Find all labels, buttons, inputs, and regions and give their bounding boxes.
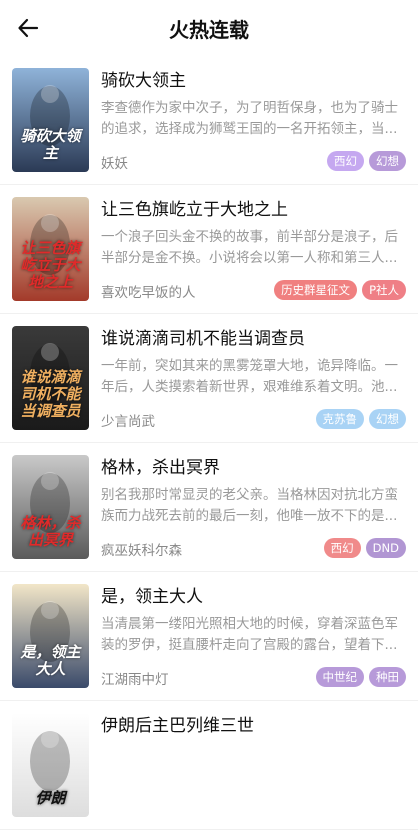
book-item[interactable]: 骑砍大领主 骑砍大领主 李查德作为家中次子，为了明哲保身，也为了骑士的追求，选择成为…	[0, 56, 418, 185]
genre-tag[interactable]: 历史群星征文	[274, 280, 358, 300]
genre-tag[interactable]: 西幻	[327, 151, 364, 171]
book-description: 别名我那时常显灵的老父亲。当格林因对抗北方蛮族而力战死去前的最后一刻，他唯一放不…	[101, 487, 398, 524]
genre-tag[interactable]: 西幻	[323, 538, 361, 558]
book-item[interactable]: 格林，杀出冥界 格林，杀出冥界 别名我那时常显灵的老父亲。当格林因对抗北方蛮族而力战…	[0, 443, 418, 572]
book-list: 骑砍大领主 骑砍大领主 李查德作为家中次子，为了明哲保身，也为了骑士的追求，选择成为…	[0, 56, 418, 830]
book-title: 让三色旗屹立于大地之上	[101, 200, 288, 220]
book-cover-text: 骑砍大领主	[20, 127, 81, 162]
genre-tag[interactable]: 中世纪	[315, 667, 364, 687]
app-header: 火热连载	[0, 0, 418, 56]
book-cover-text: 格林，杀出冥界	[20, 514, 81, 549]
genre-tag[interactable]: 种田	[369, 667, 406, 687]
book-cover-image: 谁说滴滴司机不能当调查员	[12, 326, 89, 430]
genre-tag[interactable]: 克苏鲁	[315, 409, 364, 429]
book-cover-text: 谁说滴滴司机不能当调查员	[20, 368, 81, 420]
genre-tag[interactable]: 幻想	[369, 409, 406, 429]
book-author: 江湖雨中灯	[101, 672, 169, 688]
book-cover-image: 骑砍大领主	[12, 68, 89, 172]
book-tags: 历史群星征文 P社人	[274, 280, 406, 300]
page-title: 火热连载	[169, 18, 249, 42]
book-cover-image: 是，领主大人	[12, 584, 89, 688]
book-item[interactable]: 谁说滴滴司机不能当调查员 谁说滴滴司机不能当调查员 一年前，突如其来的黑雾笼罩大地，…	[0, 314, 418, 443]
book-cover-text: 让三色旗屹立于大地之上	[20, 239, 81, 291]
genre-tag[interactable]: DND	[365, 538, 406, 558]
book-cover-text: 伊朗	[35, 789, 66, 807]
book-description: 一个浪子回头金不换的故事，前半部分是浪子，后半部分是金不换。小说将会以第一人称和…	[101, 229, 398, 266]
book-cover-image: 格林，杀出冥界	[12, 455, 89, 559]
book-title: 是，领主大人	[101, 587, 203, 607]
book-description: 李查德作为家中次子，为了明哲保身，也为了骑士的追求，选择成为狮鹫王国的一名开拓领…	[101, 100, 398, 137]
book-title: 伊朗后主巴列维三世	[101, 716, 254, 736]
genre-tag[interactable]: 幻想	[369, 151, 406, 171]
genre-tag[interactable]: P社人	[362, 280, 406, 300]
book-tags: 克苏鲁 幻想	[315, 409, 406, 429]
book-tags: 西幻 幻想	[327, 151, 406, 171]
book-title: 骑砍大领主	[101, 71, 186, 91]
book-author: 喜欢吃早饭的人	[101, 285, 196, 301]
book-author: 妖妖	[101, 156, 128, 172]
book-tags: 西幻 DND	[323, 538, 406, 558]
book-item[interactable]: 是，领主大人 是，领主大人 当清晨第一缕阳光照相大地的时候，穿着深蓝色军装的罗伊，挺…	[0, 572, 418, 701]
book-cover-text: 是，领主大人	[20, 643, 81, 678]
book-description	[101, 743, 406, 785]
book-author: 少言尚武	[101, 414, 155, 430]
book-item[interactable]: 伊朗 伊朗后主巴列维三世	[0, 701, 418, 830]
book-title: 谁说滴滴司机不能当调查员	[101, 329, 305, 349]
book-description: 当清晨第一缕阳光照相大地的时候，穿着深蓝色军装的罗伊，挺直腰杆走向了宫殿的露台，…	[101, 616, 398, 653]
book-description: 一年前，突如其来的黑雾笼罩大地，诡异降临。一年后，人类摸索着新世界，艰难维系着文…	[101, 358, 398, 395]
book-author: 疯巫妖科尔森	[101, 543, 182, 559]
book-cover-image: 让三色旗屹立于大地之上	[12, 197, 89, 301]
book-tags: 中世纪 种田	[315, 667, 406, 687]
book-cover-image: 伊朗	[12, 713, 89, 817]
book-item[interactable]: 让三色旗屹立于大地之上 让三色旗屹立于大地之上 一个浪子回头金不换的故事，前半部分是…	[0, 185, 418, 314]
book-title: 格林，杀出冥界	[101, 458, 220, 478]
